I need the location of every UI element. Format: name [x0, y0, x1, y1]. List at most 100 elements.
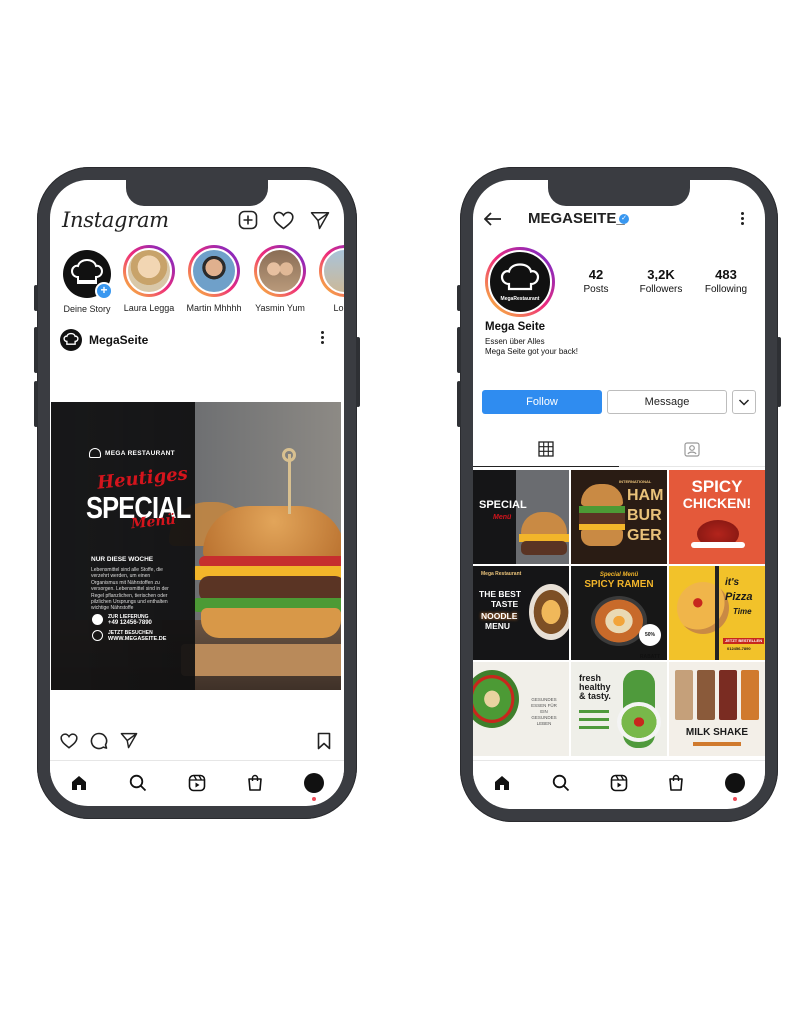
- stat-following[interactable]: 483 Following: [699, 267, 753, 295]
- tile-text: & tasty.: [579, 691, 611, 701]
- tile-text: Special Menü: [599, 572, 639, 578]
- back-arrow-icon[interactable]: [484, 212, 502, 226]
- post-body: Lebensmittel sind alle Stoffe, die verze…: [91, 567, 169, 612]
- heart-icon[interactable]: [273, 211, 294, 230]
- direct-message-icon[interactable]: [310, 211, 330, 230]
- tile-text: SPECIAL: [479, 499, 527, 511]
- feed-screen: Instagram + Deine Story Laura Legga Mart…: [50, 180, 344, 806]
- search-icon[interactable]: [552, 774, 570, 792]
- like-icon[interactable]: [60, 733, 78, 749]
- suggested-dropdown-button[interactable]: [732, 390, 756, 414]
- stat-label: Posts: [583, 284, 609, 295]
- tile-text: GESUNDES: [531, 697, 557, 702]
- grid-post[interactable]: INTERNATIONAL HAM BUR GER: [571, 470, 667, 564]
- tile-text: SPICY RAMEN: [584, 579, 654, 590]
- message-button[interactable]: Message: [607, 390, 727, 414]
- profile-avatar[interactable]: MegaRestaurant: [485, 247, 555, 317]
- tile-text: BUR: [627, 507, 662, 524]
- home-icon[interactable]: [493, 774, 511, 792]
- tile-tag: INTERNATIONAL: [619, 479, 652, 484]
- profile-bio-line1: Essen über Alles: [485, 337, 545, 346]
- grid-post[interactable]: MILK SHAKE: [669, 662, 765, 756]
- post-avatar[interactable]: [60, 329, 82, 351]
- grid-post[interactable]: Special Menü SPICY RAMEN 50% RABATT: [571, 566, 667, 660]
- tab-tagged[interactable]: [619, 432, 765, 467]
- add-story-icon[interactable]: +: [95, 282, 113, 300]
- bottom-nav: [50, 760, 344, 805]
- tile-text: LEBEN: [536, 721, 552, 726]
- tagged-icon: [684, 442, 700, 457]
- home-icon[interactable]: [70, 774, 88, 792]
- story-own[interactable]: + Deine Story: [59, 250, 115, 314]
- grid-icon: [538, 441, 554, 457]
- verified-badge-icon: ✓: [619, 214, 629, 224]
- grid-post[interactable]: Mega Restaurant THE BEST TASTE NOODLE ME…: [473, 566, 569, 660]
- bookmark-icon[interactable]: [317, 732, 331, 750]
- tile-text: Menü: [493, 514, 512, 521]
- tile-text: it's: [725, 577, 740, 588]
- tile-text: NOODLE: [481, 611, 518, 621]
- avatar: [191, 248, 237, 294]
- phone-icon: [92, 614, 103, 625]
- profile-screen: MEGASEITE_ ✓ MegaRestaurant 42 Posts 3,2…: [473, 180, 765, 809]
- post-account-name[interactable]: MegaSeite: [89, 333, 148, 347]
- globe-icon: [92, 630, 103, 641]
- follow-button[interactable]: Follow: [482, 390, 602, 414]
- more-options-icon[interactable]: [321, 331, 325, 344]
- tab-grid[interactable]: [473, 432, 619, 467]
- tile-text: MILK SHAKE: [685, 727, 749, 738]
- grid-post[interactable]: SPECIAL Menü: [473, 470, 569, 564]
- share-icon[interactable]: [120, 732, 138, 749]
- avatar-brand: MegaRestaurant: [500, 296, 540, 302]
- grid-post[interactable]: it's Pizza Time JETZT BESTELLEN 012456-7…: [669, 566, 765, 660]
- post-image[interactable]: MEGA RESTAURANT Heutiges SPECIAL Menü NU…: [51, 402, 341, 690]
- reels-icon[interactable]: [610, 774, 628, 792]
- notch: [126, 180, 268, 206]
- tile-text: MENU: [485, 621, 511, 631]
- tile-text: Pizza: [725, 591, 753, 603]
- avatar: [126, 248, 172, 294]
- shop-icon[interactable]: [668, 774, 684, 792]
- new-post-icon[interactable]: [238, 210, 258, 230]
- phone-frame-feed: Instagram + Deine Story Laura Legga Mart…: [34, 167, 360, 819]
- story-name: Loren: [333, 303, 344, 313]
- post-brand: MEGA RESTAURANT: [105, 450, 175, 457]
- tile-text: THE BEST: [479, 589, 522, 599]
- post-website: WWW.MEGASEITE.DE: [108, 636, 167, 642]
- chef-hat-icon: [500, 263, 540, 291]
- phone-frame-profile: MEGASEITE_ ✓ MegaRestaurant 42 Posts 3,2…: [457, 167, 781, 822]
- story-item[interactable]: Laura Legga: [121, 245, 177, 313]
- tile-text: GER: [627, 527, 662, 544]
- more-options-icon[interactable]: [741, 212, 745, 225]
- profile-name: Mega Seite: [485, 321, 546, 333]
- stat-value: 3,2K: [647, 267, 675, 282]
- reels-icon[interactable]: [188, 774, 206, 792]
- grid-post[interactable]: fresh healthy & tasty.: [571, 662, 667, 756]
- restaurant-logo-icon: [89, 448, 101, 458]
- stat-followers[interactable]: 3,2K Followers: [633, 267, 689, 295]
- story-item[interactable]: Martin Mhhhh: [186, 245, 242, 313]
- chevron-down-icon: [738, 399, 750, 406]
- story-name: Deine Story: [63, 304, 111, 314]
- story-name: Yasmin Yum: [255, 303, 305, 313]
- story-item[interactable]: Yasmin Yum: [252, 245, 308, 313]
- tile-text: Time: [733, 607, 752, 616]
- profile-nav-avatar[interactable]: [303, 773, 324, 801]
- grid-post[interactable]: GESUNDES ESSEN FÜR EIN GESUNDES LEBEN: [473, 662, 569, 756]
- notification-dot: [732, 797, 737, 801]
- post-phone: +49 12456-7890: [108, 620, 152, 626]
- tile-brand: Mega Restaurant: [481, 571, 522, 577]
- stat-label: Followers: [639, 284, 683, 295]
- tile-text: TASTE: [491, 599, 519, 609]
- story-item[interactable]: Loren: [317, 245, 344, 313]
- stat-posts[interactable]: 42 Posts: [576, 267, 616, 295]
- comment-icon[interactable]: [90, 732, 108, 750]
- tile-badge: 50% RABATT: [639, 624, 661, 660]
- tile-phone: 012456-7890: [727, 646, 751, 651]
- notch: [548, 180, 690, 206]
- search-icon[interactable]: [129, 774, 147, 792]
- profile-nav-avatar[interactable]: [724, 773, 745, 801]
- notification-dot: [311, 797, 316, 801]
- shop-icon[interactable]: [247, 774, 263, 792]
- grid-post[interactable]: SPICY CHICKEN!: [669, 470, 765, 564]
